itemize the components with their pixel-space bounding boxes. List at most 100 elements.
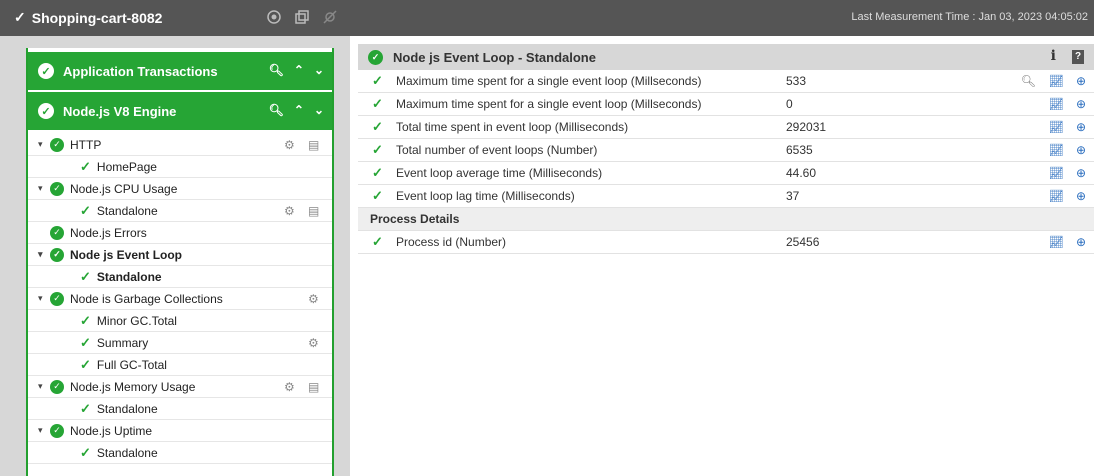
measure-row: ✓ Maximum time spent for a single event …: [358, 93, 1094, 116]
tree-node[interactable]: ▾ ✓ Node.js Memory Usage ⚙ ▤: [28, 376, 332, 398]
history-icon[interactable]: ⊕: [1076, 143, 1086, 157]
measure-value: 0: [786, 97, 793, 111]
measure-label: Event loop lag time (Milliseconds): [396, 189, 575, 203]
copy-icon[interactable]: [294, 9, 310, 25]
chevron-down-icon[interactable]: ▾: [38, 139, 50, 150]
check-icon: ✓: [372, 142, 383, 157]
chevron-down-icon[interactable]: ▾: [38, 425, 50, 436]
check-icon: ✓: [50, 225, 64, 240]
tree-node[interactable]: ▾ ✓ Node.js Uptime: [28, 420, 332, 442]
measure-label: Total time spent in event loop (Millisec…: [396, 120, 629, 134]
chevron-down-icon[interactable]: ▾: [38, 249, 50, 260]
settings-icon[interactable]: ⚙: [284, 380, 295, 394]
info-icon[interactable]: i: [1051, 48, 1056, 64]
host-title[interactable]: ✓ Shopping-cart-8082: [14, 9, 162, 26]
alarm-icon[interactable]: [266, 9, 282, 25]
tree-node[interactable]: ✓ Minor GC.Total: [28, 310, 332, 332]
config-icon[interactable]: ▤: [308, 138, 319, 152]
check-icon: ✓: [14, 9, 26, 25]
group-application-transactions[interactable]: ✓ Application Transactions 🔍︎ ⌃ ⌄: [28, 52, 332, 90]
measure-value: 6535: [786, 143, 813, 157]
search-icon[interactable]: 🔍︎: [269, 63, 284, 77]
graph-icon[interactable]: 📈︎: [1049, 235, 1064, 249]
settings-icon[interactable]: ⚙: [284, 204, 295, 218]
tree-node-label: HTTP: [70, 137, 102, 152]
graph-icon[interactable]: 📈︎: [1049, 97, 1064, 111]
check-icon: ✓: [50, 247, 64, 262]
tree-node[interactable]: ✓ Standalone: [28, 266, 332, 288]
chevron-down-icon[interactable]: ⌄: [314, 103, 324, 117]
tree-node[interactable]: ▾ ✓ Node js Event Loop: [28, 244, 332, 266]
group-nodejs-v8-engine[interactable]: ✓ Node.js V8 Engine 🔍︎ ⌃ ⌄: [28, 92, 332, 130]
tree-node[interactable]: ▾ ✓ Node is Garbage Collections ⚙: [28, 288, 332, 310]
tree-node[interactable]: ✓ Node.js Errors: [28, 222, 332, 244]
graph-icon[interactable]: 📈︎: [1049, 120, 1064, 134]
measure-value: 533: [786, 74, 807, 88]
tree-node-label: Standalone: [96, 269, 162, 284]
tree-node[interactable]: ✓ Standalone ⚙ ▤: [28, 200, 332, 222]
check-icon: ✓: [80, 400, 91, 416]
chevron-down-icon[interactable]: ▾: [38, 183, 50, 194]
tree-node-label: HomePage: [96, 159, 157, 174]
history-icon[interactable]: ⊕: [1076, 189, 1086, 203]
tree-node-label: Standalone: [96, 401, 158, 416]
settings-icon[interactable]: ⚙: [308, 292, 319, 306]
measure-value: 37: [786, 189, 800, 203]
graph-icon[interactable]: 📈︎: [1049, 166, 1064, 180]
measures-header: ✓ Node js Event Loop - Standalone i ?: [358, 44, 1094, 70]
measure-label: Total number of event loops (Number): [396, 143, 598, 157]
measure-label: Maximum time spent for a single event lo…: [396, 97, 702, 111]
tree-node-label: Node.js CPU Usage: [70, 181, 178, 196]
chevron-down-icon[interactable]: ▾: [38, 381, 50, 392]
group-label: Application Transactions: [63, 63, 218, 79]
history-icon[interactable]: ⊕: [1076, 235, 1086, 249]
tree-node[interactable]: ✓ Summary ⚙: [28, 332, 332, 354]
tree-node-label: Node.js Errors: [70, 225, 147, 240]
config-icon[interactable]: ▤: [308, 204, 319, 218]
check-icon: ✓: [50, 379, 64, 394]
collapse-icon[interactable]: ⌃: [294, 103, 304, 117]
tree: ▾ ✓ HTTP ⚙ ▤ ✓ HomePage ▾ ✓ Node.js CPU …: [28, 134, 332, 464]
tree-node[interactable]: ✓ Full GC-Total: [28, 354, 332, 376]
tree-node[interactable]: ▾ ✓ HTTP ⚙ ▤: [28, 134, 332, 156]
history-icon[interactable]: ⊕: [1076, 97, 1086, 111]
collapse-icon[interactable]: ⌃: [294, 63, 304, 77]
host-name: Shopping-cart-8082: [31, 9, 163, 26]
search-icon[interactable]: 🔍︎: [269, 103, 284, 117]
tree-node-label: Full GC-Total: [96, 357, 167, 372]
check-icon: ✓: [372, 119, 383, 134]
help-icon[interactable]: ?: [1072, 50, 1084, 64]
chevron-down-icon[interactable]: ▾: [38, 293, 50, 304]
tree-node[interactable]: ▾ ✓ Node.js CPU Usage: [28, 178, 332, 200]
history-icon[interactable]: ⊕: [1076, 166, 1086, 180]
tree-node[interactable]: ✓ Standalone: [28, 442, 332, 464]
measure-value: 44.60: [786, 166, 817, 180]
measures-title: Node js Event Loop - Standalone: [393, 49, 596, 65]
search-icon[interactable]: 🔍︎: [1021, 74, 1036, 88]
history-icon[interactable]: ⊕: [1076, 74, 1086, 88]
graph-icon[interactable]: 📈︎: [1049, 189, 1064, 203]
check-icon: ✓: [372, 96, 383, 111]
check-icon: ✓: [80, 202, 91, 218]
graph-icon[interactable]: 📈︎: [1049, 74, 1064, 88]
measure-row: ✓ Total time spent in event loop (Millis…: [358, 116, 1094, 139]
history-icon[interactable]: ⊕: [1076, 120, 1086, 134]
settings-icon[interactable]: ⚙: [308, 336, 319, 350]
tree-node[interactable]: ✓ HomePage: [28, 156, 332, 178]
tree-node[interactable]: ✓ Standalone: [28, 398, 332, 420]
group-actions: 🔍︎ ⌃ ⌄: [269, 103, 324, 117]
measure-label: Maximum time spent for a single event lo…: [396, 74, 702, 88]
chevron-down-icon[interactable]: ⌄: [314, 63, 324, 77]
check-icon: ✓: [50, 137, 64, 152]
measure-value: 292031: [786, 120, 827, 134]
graph-icon[interactable]: 📈︎: [1049, 143, 1064, 157]
measure-row: ✓ Total number of event loops (Number) 6…: [358, 139, 1094, 162]
check-icon: ✓: [372, 165, 383, 180]
measure-row: ✓ Maximum time spent for a single event …: [358, 70, 1094, 93]
check-icon: ✓: [80, 356, 91, 372]
check-icon: ✓: [50, 291, 64, 306]
settings-disabled-icon[interactable]: [322, 9, 338, 25]
settings-icon[interactable]: ⚙: [284, 138, 295, 152]
config-icon[interactable]: ▤: [308, 380, 319, 394]
tree-node-label: Summary: [96, 335, 149, 350]
